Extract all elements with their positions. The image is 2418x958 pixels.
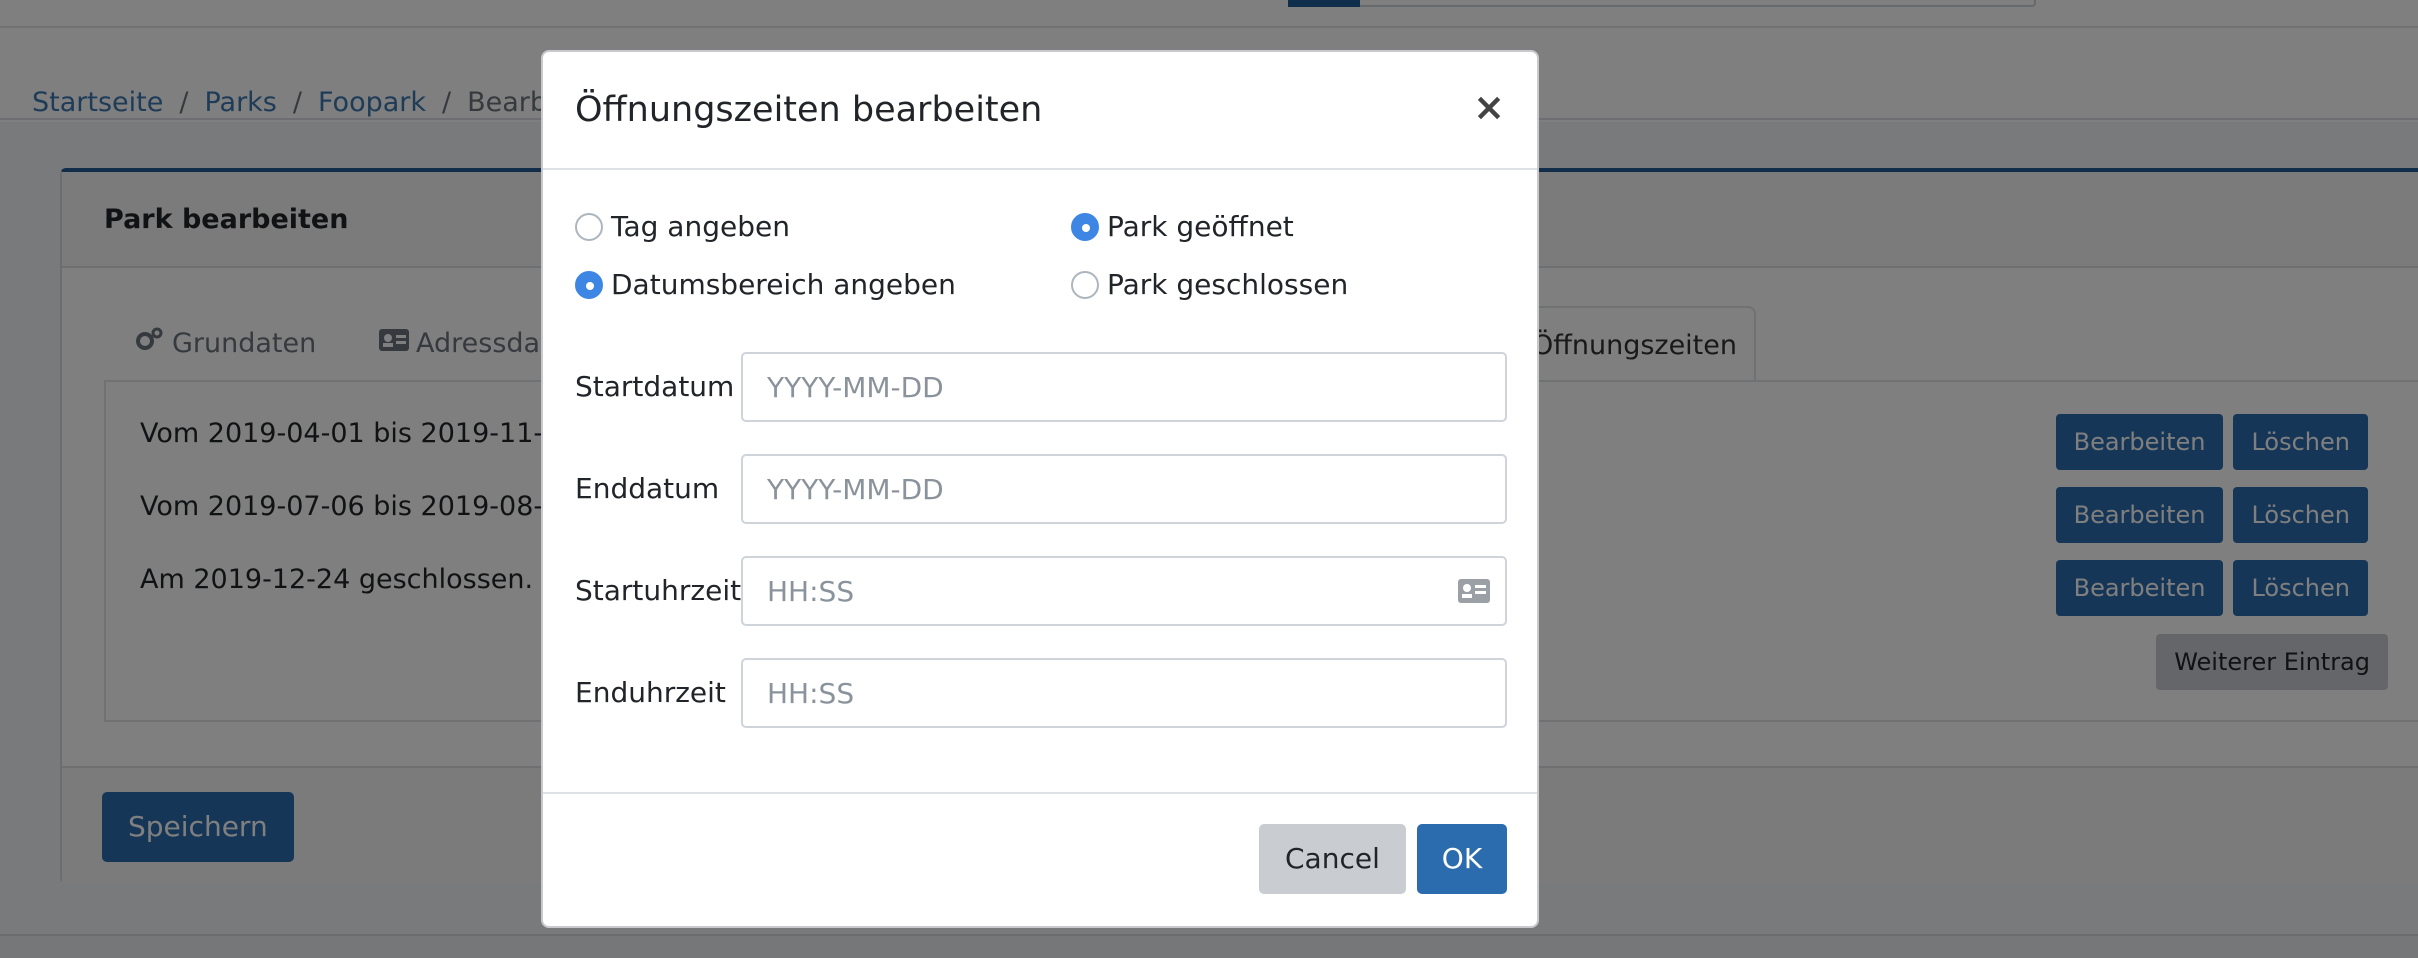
radio-label: Park geöffnet	[1107, 210, 1294, 243]
contact-card-icon	[1458, 579, 1490, 603]
end-date-label: Enddatum	[575, 472, 720, 505]
modal-header: Öffnungszeiten bearbeiten ×	[543, 52, 1537, 170]
radio-button[interactable]	[1071, 270, 1099, 299]
ok-button[interactable]: OK	[1417, 824, 1507, 894]
modal-title: Öffnungszeiten bearbeiten	[575, 90, 1043, 130]
close-icon[interactable]: ×	[1473, 88, 1505, 126]
end-time-input[interactable]	[741, 658, 1507, 728]
start-date-label: Startdatum	[575, 370, 735, 403]
radio-park-geoeffnet[interactable]: Park geöffnet	[1071, 210, 1294, 243]
cancel-button[interactable]: Cancel	[1259, 824, 1406, 894]
end-date-input[interactable]	[741, 454, 1507, 524]
start-time-label: Startuhrzeit	[575, 574, 742, 607]
start-date-input[interactable]	[741, 352, 1507, 422]
radio-button[interactable]	[575, 270, 603, 299]
radio-button[interactable]	[1071, 212, 1099, 241]
opening-hours-modal: Öffnungszeiten bearbeiten × Tag angeben …	[541, 50, 1539, 928]
radio-tag-angeben[interactable]: Tag angeben	[575, 210, 790, 243]
start-time-input[interactable]	[741, 556, 1507, 626]
radio-label: Tag angeben	[611, 210, 790, 243]
radio-datumsbereich-angeben[interactable]: Datumsbereich angeben	[575, 268, 956, 301]
radio-label: Datumsbereich angeben	[611, 268, 956, 301]
radio-button[interactable]	[575, 212, 603, 241]
radio-park-geschlossen[interactable]: Park geschlossen	[1071, 268, 1348, 301]
radio-label: Park geschlossen	[1107, 268, 1349, 301]
end-time-label: Enduhrzeit	[575, 676, 726, 709]
modal-footer: Cancel OK	[543, 792, 1537, 928]
